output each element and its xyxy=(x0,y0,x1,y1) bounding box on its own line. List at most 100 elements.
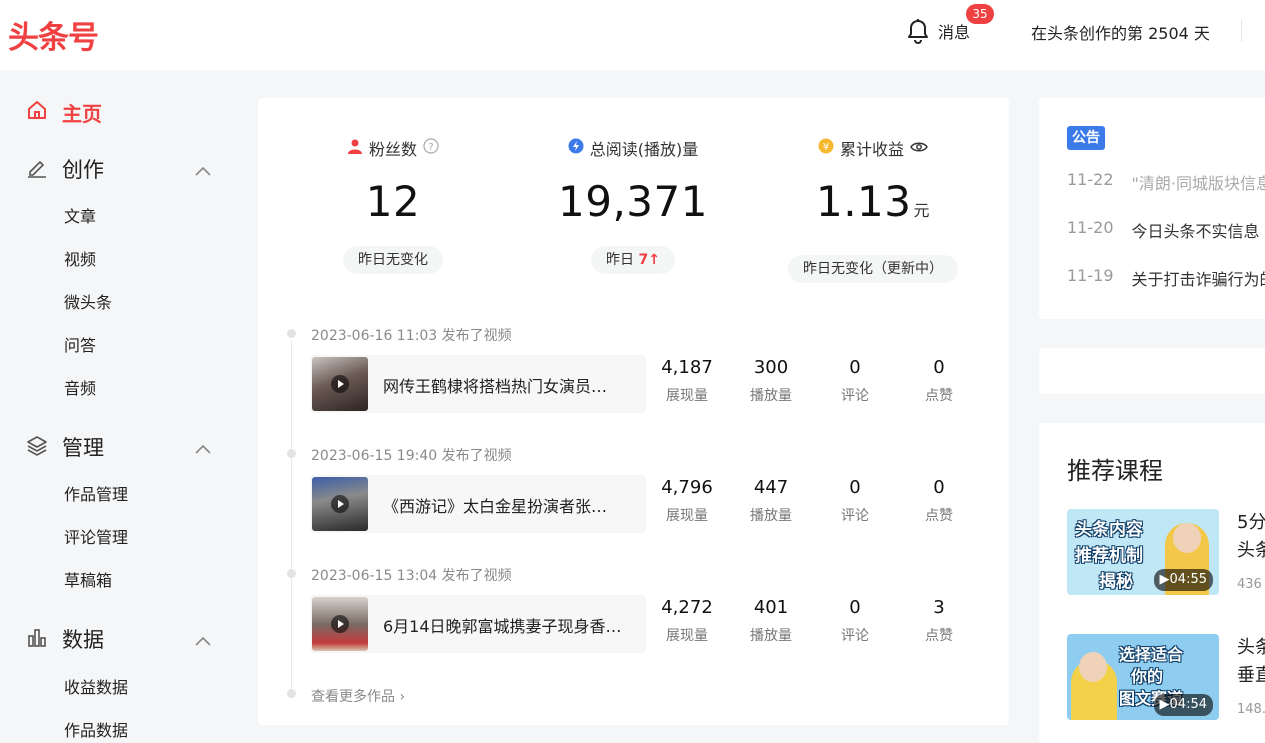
metric-value: 3 xyxy=(933,597,945,618)
video-duration: ▶04:54 xyxy=(1153,694,1213,716)
announcement-title[interactable]: 今日头条不实信息 xyxy=(1132,218,1260,242)
sidebar-item-label: 主页 xyxy=(62,102,102,126)
stat-fans[interactable]: 粉丝数 ? 12 昨日无变化 xyxy=(278,98,508,274)
metric-value: 300 xyxy=(753,357,789,378)
sidebar-item-works-data[interactable]: 作品数据 xyxy=(64,717,128,741)
announcement-item[interactable]: 11-19 关于打击诈骗行为的 xyxy=(1067,266,1265,290)
sidebar-item-video[interactable]: 视频 xyxy=(64,246,96,270)
chevron-up-icon[interactable] xyxy=(194,628,212,652)
presenter-face xyxy=(1079,652,1107,682)
timeline-dot xyxy=(287,329,296,338)
pencil-icon xyxy=(26,156,48,183)
timeline-dot xyxy=(287,449,296,458)
sidebar: 主页 创作 文章 视频 微头条 问答 音频 管理 作品管理 评论管理 草稿箱 数… xyxy=(0,70,240,743)
sidebar-group-label: 数据 xyxy=(62,628,104,652)
metric-plays: 300 播放量 xyxy=(731,357,811,405)
messages-label: 消息 xyxy=(938,23,971,42)
sidebar-group-data[interactable]: 数据 xyxy=(26,624,216,654)
course-title-line: 5分 xyxy=(1237,512,1265,533)
timeline-dot xyxy=(287,689,296,698)
stat-change-prefix: 昨日 xyxy=(606,252,635,268)
work-title[interactable]: 6月14日晚郭富城携妻子现身香… xyxy=(383,613,633,637)
metric-likes: 3 点赞 xyxy=(899,597,979,645)
stat-change-value: 7 xyxy=(638,252,649,268)
stat-income[interactable]: ¥ 累计收益 1.13 元 昨日无变化（更新中） xyxy=(758,98,988,283)
view-more-label: 查看更多作品 xyxy=(311,689,395,705)
bell-icon xyxy=(906,18,930,44)
messages-button[interactable]: 消息 35 xyxy=(906,4,994,44)
bar-chart-icon xyxy=(26,626,48,653)
metric-label: 点赞 xyxy=(925,508,953,524)
sidebar-group-manage[interactable]: 管理 xyxy=(26,432,216,462)
sidebar-item-micro[interactable]: 微头条 xyxy=(64,289,112,313)
stat-label: 粉丝数 xyxy=(368,140,417,159)
view-more-works-link[interactable]: 查看更多作品 › xyxy=(311,686,405,706)
stat-reads[interactable]: 总阅读(播放)量 19,371 昨日 7↑ xyxy=(518,98,748,274)
thumb-text: 头条内容 xyxy=(1075,520,1143,540)
sidebar-group-label: 管理 xyxy=(62,436,104,460)
course-title[interactable]: 5分头条 xyxy=(1237,509,1265,565)
course-title[interactable]: 头条 垂直 xyxy=(1237,634,1265,690)
sidebar-item-income-data[interactable]: 收益数据 xyxy=(64,674,128,698)
chevron-right-icon: › xyxy=(399,689,406,705)
sidebar-item-article[interactable]: 文章 xyxy=(64,203,96,227)
announcement-tag: 公告 xyxy=(1067,126,1105,150)
creation-days-text: 在头条创作的第 2504 天 xyxy=(1031,24,1210,43)
course-title-line: 头条 xyxy=(1237,637,1265,658)
video-thumbnail[interactable] xyxy=(312,357,368,411)
thumb-text: 你的 xyxy=(1131,667,1164,686)
play-icon xyxy=(331,375,349,393)
sidebar-item-drafts[interactable]: 草稿箱 xyxy=(64,567,112,591)
sidebar-group-create[interactable]: 创作 xyxy=(26,154,216,184)
messages-badge: 35 xyxy=(966,4,994,24)
stat-label: 总阅读(播放)量 xyxy=(589,140,699,159)
work-item[interactable]: 《西游记》太白金星扮演者张… xyxy=(310,475,646,533)
video-thumbnail[interactable] xyxy=(312,477,368,531)
work-title[interactable]: 《西游记》太白金星扮演者张… xyxy=(383,493,633,517)
announcement-item[interactable]: 11-20 今日头条不实信息 xyxy=(1067,218,1260,242)
work-item[interactable]: 6月14日晚郭富城携妻子现身香… xyxy=(310,595,646,653)
announcement-title[interactable]: "清朗·同城版块信息 xyxy=(1132,170,1265,194)
course-thumbnail[interactable]: 选择适合 你的 图文赛道 ▶04:54 xyxy=(1067,634,1219,720)
chevron-up-icon[interactable] xyxy=(194,158,212,182)
play-icon xyxy=(331,495,349,513)
metric-likes: 0 点赞 xyxy=(899,357,979,405)
announcement-card: 公告 11-22 "清朗·同城版块信息 11-20 今日头条不实信息 11-19 关于… xyxy=(1039,98,1265,319)
metric-value: 401 xyxy=(753,597,789,618)
work-item[interactable]: 网传王鹤棣将搭档热门女演员… xyxy=(310,355,646,413)
layers-icon xyxy=(26,434,48,461)
help-icon[interactable]: ? xyxy=(423,138,439,158)
announcement-title[interactable]: 关于打击诈骗行为的 xyxy=(1132,266,1265,290)
sidebar-item-qa[interactable]: 问答 xyxy=(64,332,96,356)
metric-comments: 0 评论 xyxy=(815,357,895,405)
metric-plays: 447 播放量 xyxy=(731,477,811,525)
presenter-face xyxy=(1173,523,1201,553)
user-icon xyxy=(347,138,363,158)
svg-text:?: ? xyxy=(428,142,433,153)
course-thumbnail[interactable]: 头条内容 推荐机制 揭秘 ▶04:55 xyxy=(1067,509,1219,595)
metric-label: 展现量 xyxy=(666,508,708,524)
work-meta: 2023-06-15 13:04 发布了视频 xyxy=(311,568,512,584)
toutiao-logo[interactable]: 头条号 xyxy=(8,12,99,57)
stat-change: 昨日 7↑ xyxy=(591,246,675,274)
work-title[interactable]: 网传王鹤棣将搭档热门女演员… xyxy=(383,373,633,397)
sidebar-item-home[interactable]: 主页 xyxy=(26,98,102,127)
metric-label: 展现量 xyxy=(666,628,708,644)
metric-value: 0 xyxy=(849,357,861,378)
video-thumbnail[interactable] xyxy=(312,597,368,651)
sidebar-item-works[interactable]: 作品管理 xyxy=(64,481,128,505)
sidebar-item-audio[interactable]: 音频 xyxy=(64,375,96,399)
courses-card: 推荐课程 头条内容 推荐机制 揭秘 ▶04:55 5分 头条 436 选择适合 你… xyxy=(1039,423,1265,743)
sidebar-item-comments[interactable]: 评论管理 xyxy=(64,524,128,548)
stat-change: 昨日无变化 xyxy=(343,246,443,274)
course-title-line: 头条 xyxy=(1237,540,1265,561)
eye-icon[interactable] xyxy=(910,139,928,158)
svg-text:¥: ¥ xyxy=(823,142,829,153)
metric-label: 评论 xyxy=(841,628,869,644)
thumb-text: 选择适合 xyxy=(1119,645,1184,664)
stat-value: 19,371 xyxy=(558,177,708,226)
stat-label: 累计收益 xyxy=(839,140,904,159)
metric-value: 0 xyxy=(849,477,861,498)
announcement-item[interactable]: 11-22 "清朗·同城版块信息 xyxy=(1067,170,1265,194)
chevron-up-icon[interactable] xyxy=(194,436,212,460)
